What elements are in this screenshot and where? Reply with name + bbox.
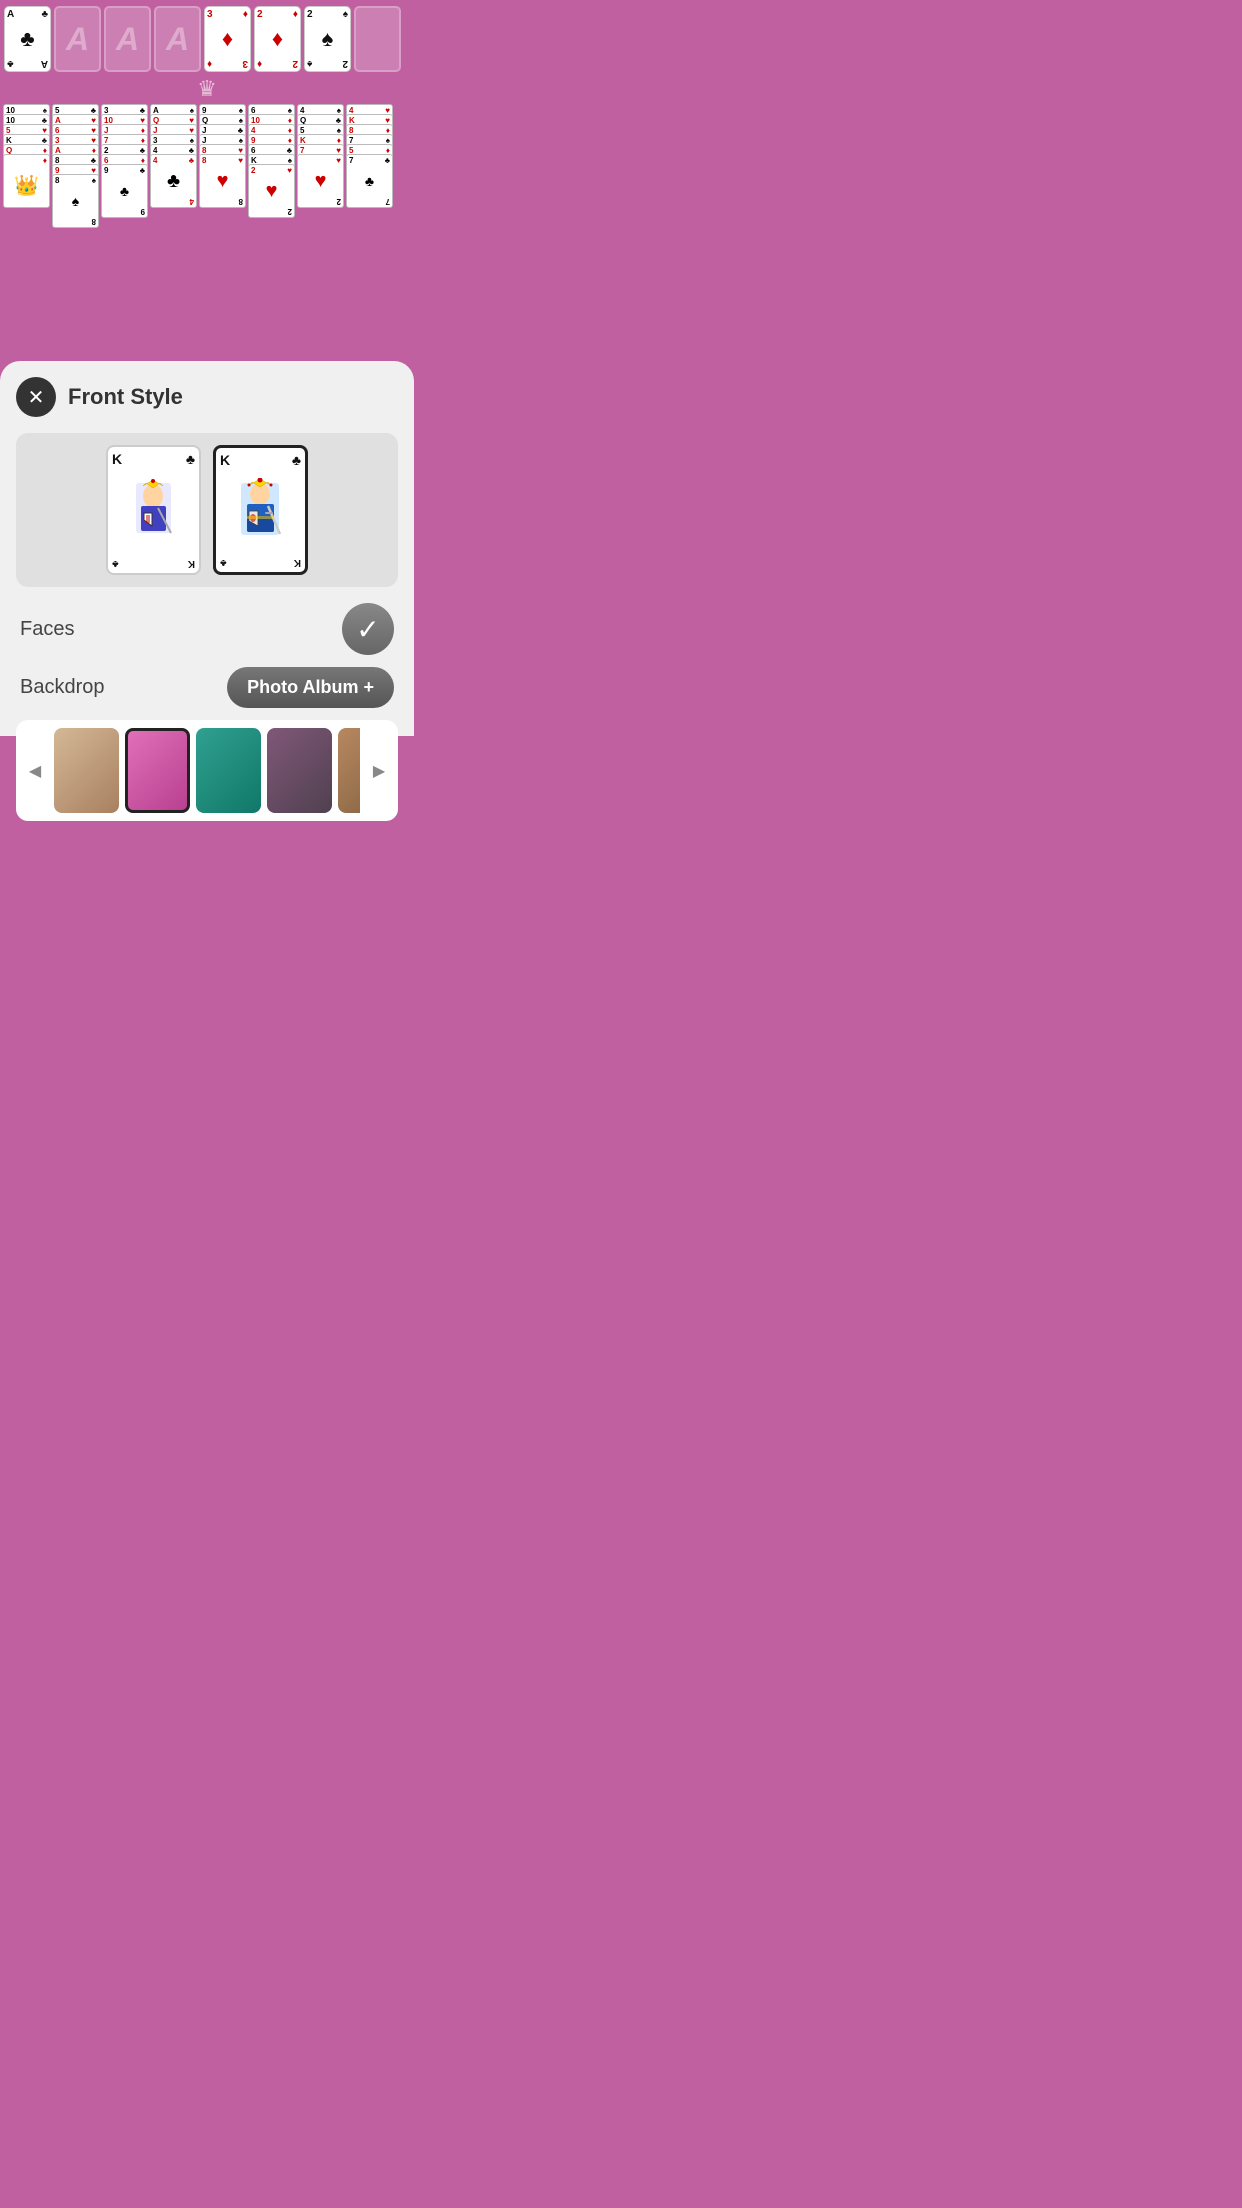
tableau-col-3: 3♣ 10♥ J♦ 7♦ 2♣ 6♦ 9♣ ♣ 9 [101,104,148,228]
backdrop-swatch-pink[interactable] [125,728,190,813]
foundation-placeholder-2: A [104,6,151,72]
foundation-card-1: A ♣ ♣ A♣ [4,6,51,72]
tableau-col-2: 5♣ A♥ 6♥ 3♥ A♦ 8♣ 9♥ 8♠ ♠ 8 [52,104,99,228]
card-rank: A [7,9,14,20]
backdrop-swatch-teal[interactable] [196,728,261,813]
tableau-col-7: 4♠ Q♣ 5♠ K♦ 7♥ ♥ ♥ 2 [297,104,344,228]
table-row[interactable]: 9♣ ♣ 9 [101,164,148,218]
card-bottom-modern: K♣ [220,557,301,568]
foundation-placeholder-4 [354,6,401,72]
left-arrow-icon: ◀ [29,761,41,781]
card-rank-classic: K [112,451,122,467]
foundation-card-7: 2♠ ♠ 2♠ [304,6,351,72]
photo-album-label: Photo Album + [247,677,374,697]
right-arrow-icon: ▶ [373,761,385,781]
card-figure-classic [112,467,195,558]
backdrop-swatch-purple[interactable] [267,728,332,813]
tableau-col-5: 9♠ Q♠ J♣ J♠ 8♥ 8♥ ♥ 8 [199,104,246,228]
tableau-col-8: 4♥ K♥ 8♦ 7♠ 5♦ 7♣ ♣ 7 [346,104,393,228]
faces-checkmark-button[interactable]: ✓ [342,603,394,655]
tableau-area: 10♠ 10♣ 5♥ K♣ Q♦ ♦ 👑 5♣ A♥ 6♥ 3♥ A♦ 8♣ 9… [0,104,414,228]
tableau-col-6: 6♠ 10♦ 4♦ 9♦ 6♣ K♠ 2♥ ♥ 2 [248,104,295,228]
foundation-card-5: 3♦ ♦ 3♦ [204,6,251,72]
card-rank-modern: K [220,452,230,468]
backdrop-swatch-tan[interactable] [54,728,119,813]
placeholder-letter: A [166,21,189,58]
backdrop-selector: ◀ ▶ [16,720,398,821]
card-figure-modern [220,468,301,557]
modal-title: Front Style [68,384,183,410]
backdrop-arrow-right[interactable]: ▶ [364,756,394,786]
front-style-panel: ✕ Front Style K ♣ [0,361,414,736]
card-bottom-classic: K♣ [112,558,195,569]
backdrop-label: Backdrop [20,676,105,699]
card-suit: ♣ [41,9,48,20]
photo-album-button[interactable]: Photo Album + [227,667,394,708]
checkmark-icon: ✓ [356,613,379,646]
faces-label: Faces [20,618,74,641]
table-row[interactable]: 8♥ ♥ 8 [199,154,246,208]
card-style-classic[interactable]: K ♣ [106,445,201,575]
tableau-col-1: 10♠ 10♣ 5♥ K♣ Q♦ ♦ 👑 [3,104,50,228]
card-suit-classic: ♣ [186,451,195,467]
card-suit-modern: ♣ [292,452,301,468]
card-bottom: A♣ [7,58,48,69]
table-row[interactable]: ♥ ♥ 2 [297,154,344,208]
backdrop-swatches-container [54,728,360,813]
card-center: ♣ [7,20,48,58]
card-bottom: 3♦ [207,58,248,69]
foundation-placeholder-3: A [154,6,201,72]
card-bottom: 2♦ [257,58,298,69]
foundation-card-6: 2♦ ♦ 2♦ [254,6,301,72]
close-button[interactable]: ✕ [16,377,56,417]
faces-row: Faces ✓ [16,603,398,655]
card-bottom: 2♠ [307,58,348,69]
tableau-col-4: A♠ Q♥ J♥ 3♠ 4♣ 4♣ ♣ 4 [150,104,197,228]
game-area: A ♣ ♣ A♣ A A A 3♦ ♦ 3♦ [0,0,414,360]
modal-overlay: ✕ Front Style K ♣ [0,356,414,736]
table-row[interactable]: 2♥ ♥ 2 [248,164,295,218]
placeholder-letter: A [116,21,139,58]
backdrop-row: Backdrop Photo Album + [16,667,398,708]
modal-header: ✕ Front Style [16,377,398,417]
table-row[interactable]: 7♣ ♣ 7 [346,154,393,208]
backdrop-arrow-left[interactable]: ◀ [20,756,50,786]
card-center: ♦ [257,20,298,58]
card-center: ♠ [307,20,348,58]
backdrop-swatch-brown[interactable] [338,728,360,813]
placeholder-letter: A [66,21,89,58]
table-row[interactable]: ♦ 👑 [3,154,50,208]
foundation-placeholder-1: A [54,6,101,72]
card-style-selector: K ♣ [16,433,398,587]
card-center: ♦ [207,20,248,58]
table-row[interactable]: 4♣ ♣ 4 [150,154,197,208]
card-style-modern[interactable]: K ♣ [213,445,308,575]
close-icon: ✕ [28,385,45,410]
crown-icon: ♛ [0,74,414,104]
table-row[interactable]: 8♠ ♠ 8 [52,174,99,228]
